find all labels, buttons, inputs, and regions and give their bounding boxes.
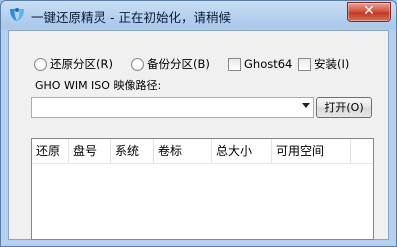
open-button[interactable]: 打开(O) — [316, 97, 372, 118]
column-header-system[interactable]: 系统 — [111, 139, 154, 163]
checkbox-icon — [228, 58, 241, 71]
column-header-drive[interactable]: 盘号 — [69, 139, 111, 163]
radio-icon — [131, 58, 144, 71]
restore-partition-label: 还原分区(R) — [50, 57, 113, 71]
title-bar[interactable]: 一键还原精灵 - 正在初始化，请稍候 ✕ — [1, 1, 396, 29]
client-area: 还原分区(R) 备份分区(B) Ghost64 安装(I) GHO WIM IS… — [8, 30, 389, 240]
close-icon: ✕ — [363, 3, 375, 19]
list-header: 还原 盘号 系统 卷标 总大小 可用空间 — [32, 139, 373, 164]
column-header-restore[interactable]: 还原 — [32, 139, 69, 163]
radio-icon — [34, 58, 47, 71]
ghost64-label: Ghost64 — [244, 57, 293, 71]
install-label: 安装(I) — [314, 57, 350, 71]
main-window: 一键还原精灵 - 正在初始化，请稍候 ✕ 还原分区(R) 备份分区(B) Gho… — [0, 0, 397, 247]
image-path-combobox[interactable] — [31, 97, 314, 118]
window-title: 一键还原精灵 - 正在初始化，请稍候 — [31, 10, 231, 25]
partition-list[interactable]: 还原 盘号 系统 卷标 总大小 可用空间 — [31, 138, 374, 240]
dropdown-arrow-icon[interactable] — [302, 103, 310, 108]
close-button[interactable]: ✕ — [347, 2, 391, 22]
image-path-label: GHO WIM ISO 映像路径: — [35, 79, 162, 92]
checkbox-icon — [298, 58, 311, 71]
backup-partition-label: 备份分区(B) — [147, 57, 210, 71]
column-header-volume-label[interactable]: 卷标 — [154, 139, 212, 163]
column-header-total-size[interactable]: 总大小 — [212, 139, 272, 163]
app-logo-icon — [10, 8, 24, 21]
column-header-free-space[interactable]: 可用空间 — [272, 139, 351, 163]
